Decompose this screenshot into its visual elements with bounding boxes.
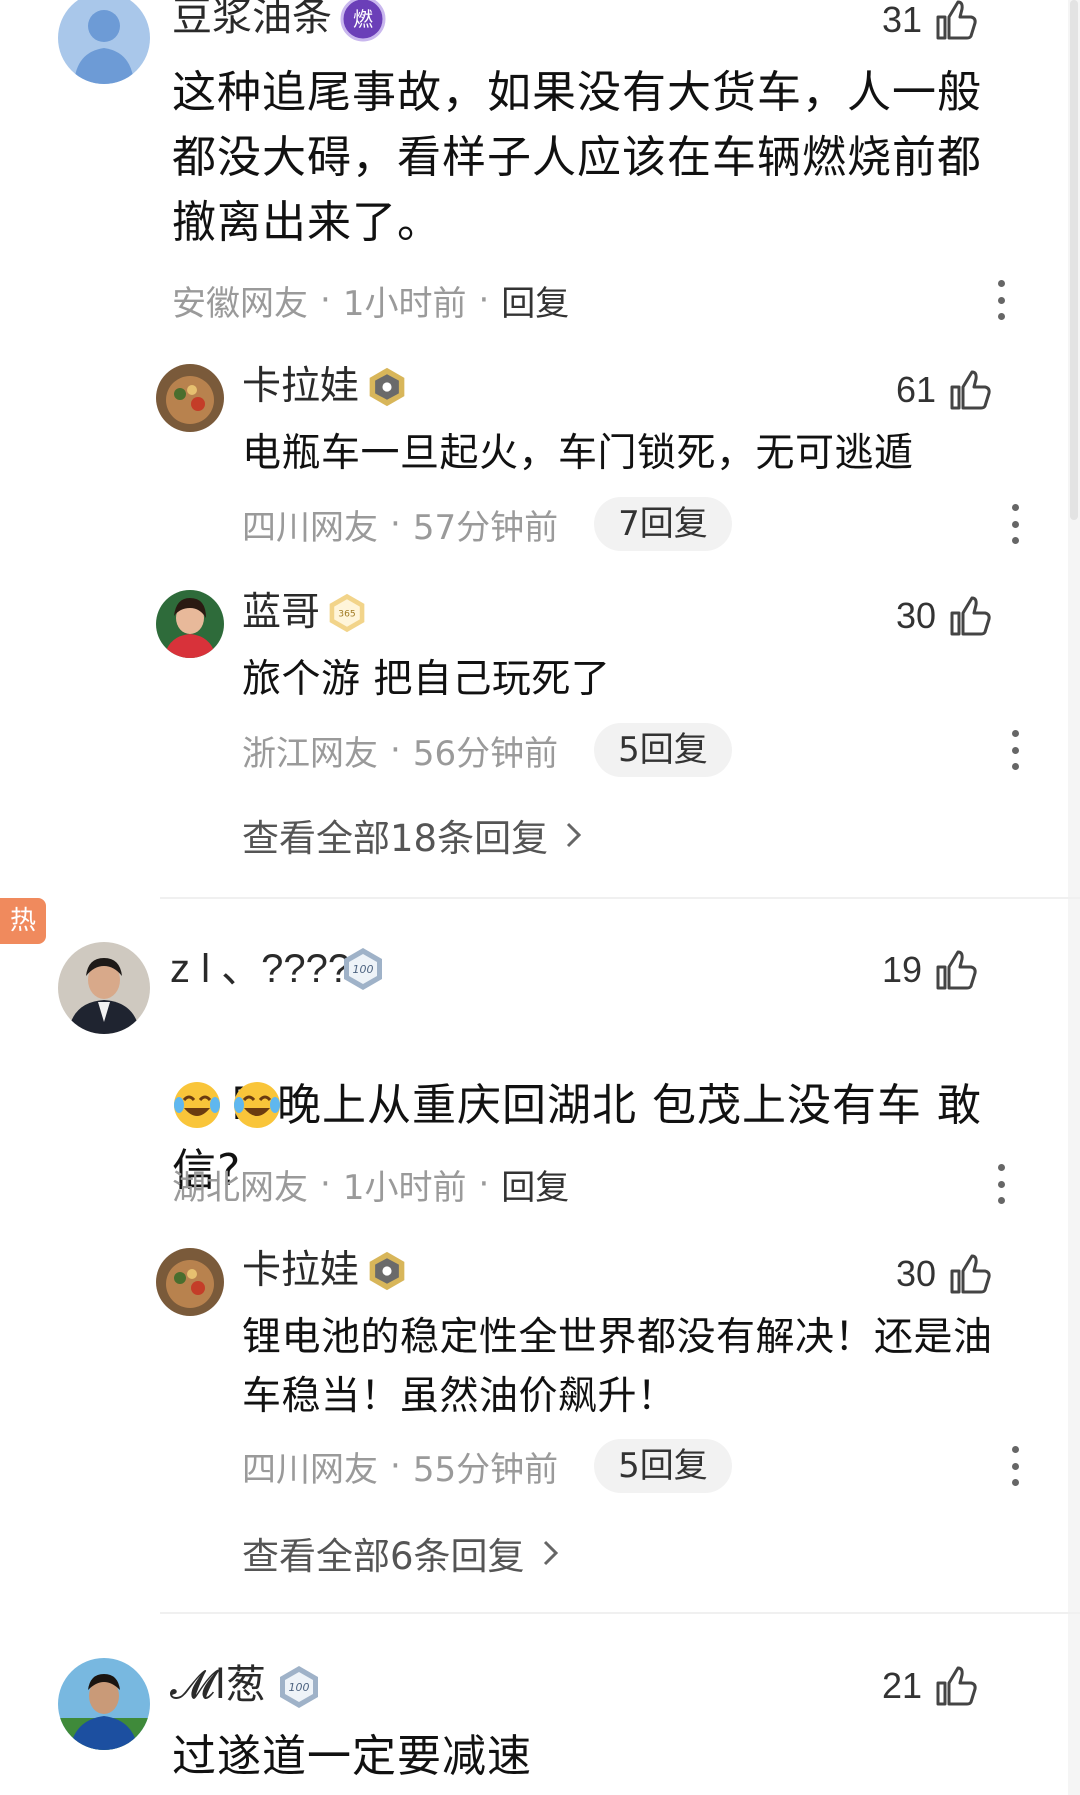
svg-text:365: 365 (338, 610, 356, 620)
emoji-row (172, 1080, 292, 1130)
comment-username[interactable]: 𝓜l葱 (170, 1662, 266, 1708)
view-all-replies-link[interactable]: 查看全部18条回复 (242, 808, 584, 862)
thumbs-up-icon (934, 0, 978, 42)
comment-content: 昨晚上从重庆回湖北 包茂上没有车 敢信? (172, 1080, 982, 1196)
more-vertical-icon[interactable] (1005, 730, 1025, 770)
user-level-badge: 燃 (340, 0, 386, 42)
location-label: 浙江网友 (242, 733, 378, 774)
reply-count-button[interactable]: 7回复 (594, 497, 732, 551)
location-label: 四川网友 (242, 507, 378, 548)
avatar[interactable] (156, 364, 224, 432)
location-label: 湖北网友 (172, 1167, 308, 1208)
reply-meta: 四川网友 · 55分钟前 5回复 (242, 1439, 732, 1493)
avatar[interactable] (58, 1658, 150, 1750)
scrollbar-thumb[interactable] (1070, 0, 1078, 520)
reply-meta: 浙江网友 · 56分钟前 5回复 (242, 723, 732, 777)
reply-username[interactable]: 蓝哥 (242, 590, 320, 636)
avatar[interactable] (156, 590, 224, 658)
time-label: 1小时前 (342, 1167, 467, 1208)
comment-content: 这种追尾事故，如果没有大货车，人一般 都没大碍，看样子人应该在车辆燃烧前都 撤离… (172, 67, 982, 248)
time-label: 55分钟前 (412, 1449, 559, 1490)
thumbs-up-icon (948, 594, 992, 638)
location-label: 四川网友 (242, 1449, 378, 1490)
user-level-badge: 100 (340, 946, 386, 992)
like-count: 61 (895, 369, 936, 410)
location-label: 安徽网友 (172, 283, 308, 324)
comment-username[interactable]: z l 、???? (170, 946, 350, 992)
avatar[interactable] (58, 942, 150, 1034)
user-level-badge: 100 (276, 1664, 322, 1710)
time-label: 1小时前 (342, 283, 467, 324)
thumbs-up-icon (934, 1664, 978, 1708)
like-count: 31 (881, 0, 922, 40)
hot-tag: 热 (0, 898, 46, 944)
avatar[interactable] (58, 0, 150, 84)
view-all-replies-link[interactable]: 查看全部6条回复 (242, 1526, 561, 1580)
reply-count-button[interactable]: 5回复 (594, 723, 732, 777)
chevron-right-icon (543, 1540, 558, 1566)
reply-content: 电瓶车一旦起火，车门锁死，无可逃遁 (242, 431, 914, 476)
divider (160, 897, 1080, 899)
reply-button[interactable]: 回复 (501, 1160, 569, 1209)
user-level-badge: 365 (326, 592, 368, 634)
laughing-tears-emoji-icon (172, 1080, 222, 1130)
like-count: 30 (895, 595, 936, 636)
laughing-tears-emoji-icon (232, 1080, 282, 1130)
user-level-badge (366, 1250, 408, 1292)
more-vertical-icon[interactable] (991, 280, 1011, 320)
like-button[interactable]: 30 (896, 590, 992, 642)
more-vertical-icon[interactable] (991, 1164, 1011, 1204)
like-button[interactable]: 19 (882, 944, 978, 996)
thumbs-up-icon (948, 368, 992, 412)
thumbs-up-icon (948, 1252, 992, 1296)
like-button[interactable]: 21 (882, 1660, 978, 1712)
svg-text:燃: 燃 (353, 7, 373, 31)
comment-username[interactable]: 豆浆油条 (172, 0, 332, 40)
comment-meta: 湖北网友 · 1小时前 · 回复 (172, 1160, 569, 1208)
comment-content: 过遂道一定要减速 (172, 1731, 532, 1782)
avatar[interactable] (156, 1248, 224, 1316)
reply-username[interactable]: 卡拉娃 (242, 364, 359, 410)
time-label: 56分钟前 (412, 733, 559, 774)
divider (160, 1612, 1080, 1614)
comment-meta: 安徽网友 · 1小时前 · 回复 (172, 276, 569, 324)
reply-content: 锂电池的稳定性全世界都没有解决！还是油 车稳当！虽然油价飙升！ (242, 1315, 993, 1419)
reply-username[interactable]: 卡拉娃 (242, 1248, 359, 1294)
like-count: 19 (881, 949, 922, 990)
thumbs-up-icon (934, 948, 978, 992)
reply-meta: 四川网友 · 57分钟前 7回复 (242, 497, 732, 551)
like-button[interactable]: 61 (896, 364, 992, 416)
time-label: 57分钟前 (412, 507, 559, 548)
like-button[interactable]: 31 (882, 0, 978, 46)
like-count: 21 (881, 1665, 922, 1706)
more-vertical-icon[interactable] (1005, 504, 1025, 544)
svg-text:100: 100 (353, 963, 374, 976)
more-vertical-icon[interactable] (1005, 1446, 1025, 1486)
svg-text:100: 100 (289, 1681, 310, 1694)
chevron-right-icon (567, 822, 582, 848)
reply-button[interactable]: 回复 (501, 276, 569, 325)
like-count: 30 (895, 1253, 936, 1294)
reply-content: 旅个游 把自己玩死了 (242, 657, 611, 702)
user-level-badge (366, 366, 408, 408)
reply-count-button[interactable]: 5回复 (594, 1439, 732, 1493)
like-button[interactable]: 30 (896, 1248, 992, 1300)
